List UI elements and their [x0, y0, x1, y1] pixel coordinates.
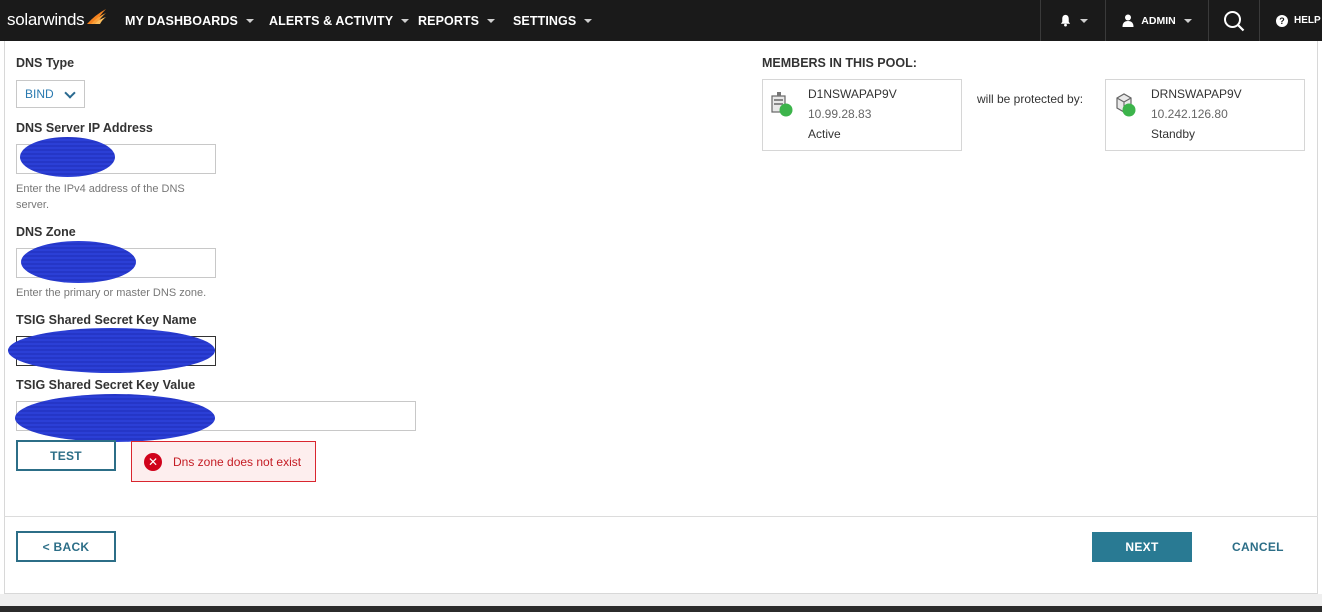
nav-reports[interactable]: REPORTS: [418, 0, 496, 41]
caret-down-icon: [401, 18, 410, 23]
search-button[interactable]: [1209, 0, 1259, 41]
dns-type-select[interactable]: BIND: [16, 80, 85, 108]
redaction-mark: [21, 241, 136, 283]
admin-label: ADMIN: [1141, 14, 1176, 27]
help-label: HELP: [1294, 15, 1321, 26]
member-ip: 10.242.126.80: [1151, 107, 1228, 121]
caret-down-icon: [1183, 18, 1192, 23]
pool-member-primary: D1NSWAPAP9V 10.99.28.83 Active: [762, 79, 962, 151]
redaction-mark: [15, 394, 215, 442]
member-name: DRNSWAPAP9V: [1151, 87, 1242, 101]
page-bottom-bar: [0, 606, 1322, 612]
nav-reports-label: REPORTS: [418, 13, 480, 28]
next-button[interactable]: NEXT: [1092, 532, 1192, 562]
dns-server-label: DNS Server IP Address: [16, 121, 153, 135]
user-icon: [1122, 14, 1134, 27]
nav-settings[interactable]: SETTINGS: [513, 0, 593, 41]
help-icon: ?: [1276, 14, 1288, 27]
flame-icon: [87, 9, 107, 24]
nav-alerts-activity[interactable]: ALERTS & ACTIVITY: [269, 0, 410, 41]
error-message: Dns zone does not exist: [173, 454, 302, 469]
dns-type-label: DNS Type: [16, 56, 75, 70]
caret-down-icon: [1079, 18, 1088, 23]
member-status: Active: [808, 127, 841, 141]
error-x-icon: ✕: [144, 452, 162, 471]
footer-divider: [4, 516, 1318, 517]
pool-member-standby: DRNSWAPAP9V 10.242.126.80 Standby: [1105, 79, 1305, 151]
tsig-name-label: TSIG Shared Secret Key Name: [16, 313, 197, 327]
dns-zone-label: DNS Zone: [16, 225, 76, 239]
member-status: Standby: [1151, 127, 1196, 141]
nav-my-dashboards-label: MY DASHBOARDS: [125, 13, 238, 28]
server-status-icon: [771, 92, 793, 117]
search-icon: [1224, 10, 1245, 31]
caret-down-icon: [245, 18, 254, 23]
back-button[interactable]: < BACK: [16, 531, 116, 562]
protected-by-text: will be protected by:: [977, 92, 1084, 106]
member-name: D1NSWAPAP9V: [808, 87, 897, 101]
redaction-mark: [20, 137, 115, 177]
dns-server-hint: Enter the IPv4 address of the DNS server…: [16, 183, 185, 211]
dns-type-value: BIND: [25, 87, 54, 101]
notifications-button[interactable]: [1041, 0, 1105, 41]
nav-settings-label: SETTINGS: [513, 13, 577, 28]
server-status-icon: [1116, 93, 1136, 117]
help-button[interactable]: ? HELP: [1260, 0, 1322, 41]
top-nav-bar: solarwinds MY DASHBOARDS ALERTS & ACTIVI…: [0, 0, 1322, 41]
redaction-mark: [8, 328, 215, 373]
nav-alerts-activity-label: ALERTS & ACTIVITY: [269, 13, 394, 28]
error-alert: ✕ Dns zone does not exist: [131, 441, 316, 482]
dns-zone-hint: Enter the primary or master DNS zone.: [16, 287, 207, 299]
pool-title: MEMBERS IN THIS POOL:: [762, 56, 917, 70]
cancel-button[interactable]: CANCEL: [1232, 532, 1284, 562]
chevron-down-icon: [64, 87, 76, 99]
caret-down-icon: [487, 18, 496, 23]
test-button[interactable]: TEST: [16, 440, 116, 471]
solarwinds-logo[interactable]: solarwinds: [7, 9, 107, 33]
bell-icon: [1060, 14, 1070, 27]
logo-text: solarwinds: [7, 10, 85, 29]
nav-my-dashboards[interactable]: MY DASHBOARDS: [125, 0, 254, 41]
caret-down-icon: [584, 18, 593, 23]
admin-menu[interactable]: ADMIN: [1106, 0, 1208, 41]
member-ip: 10.99.28.83: [808, 107, 872, 121]
tsig-value-label: TSIG Shared Secret Key Value: [16, 378, 196, 392]
